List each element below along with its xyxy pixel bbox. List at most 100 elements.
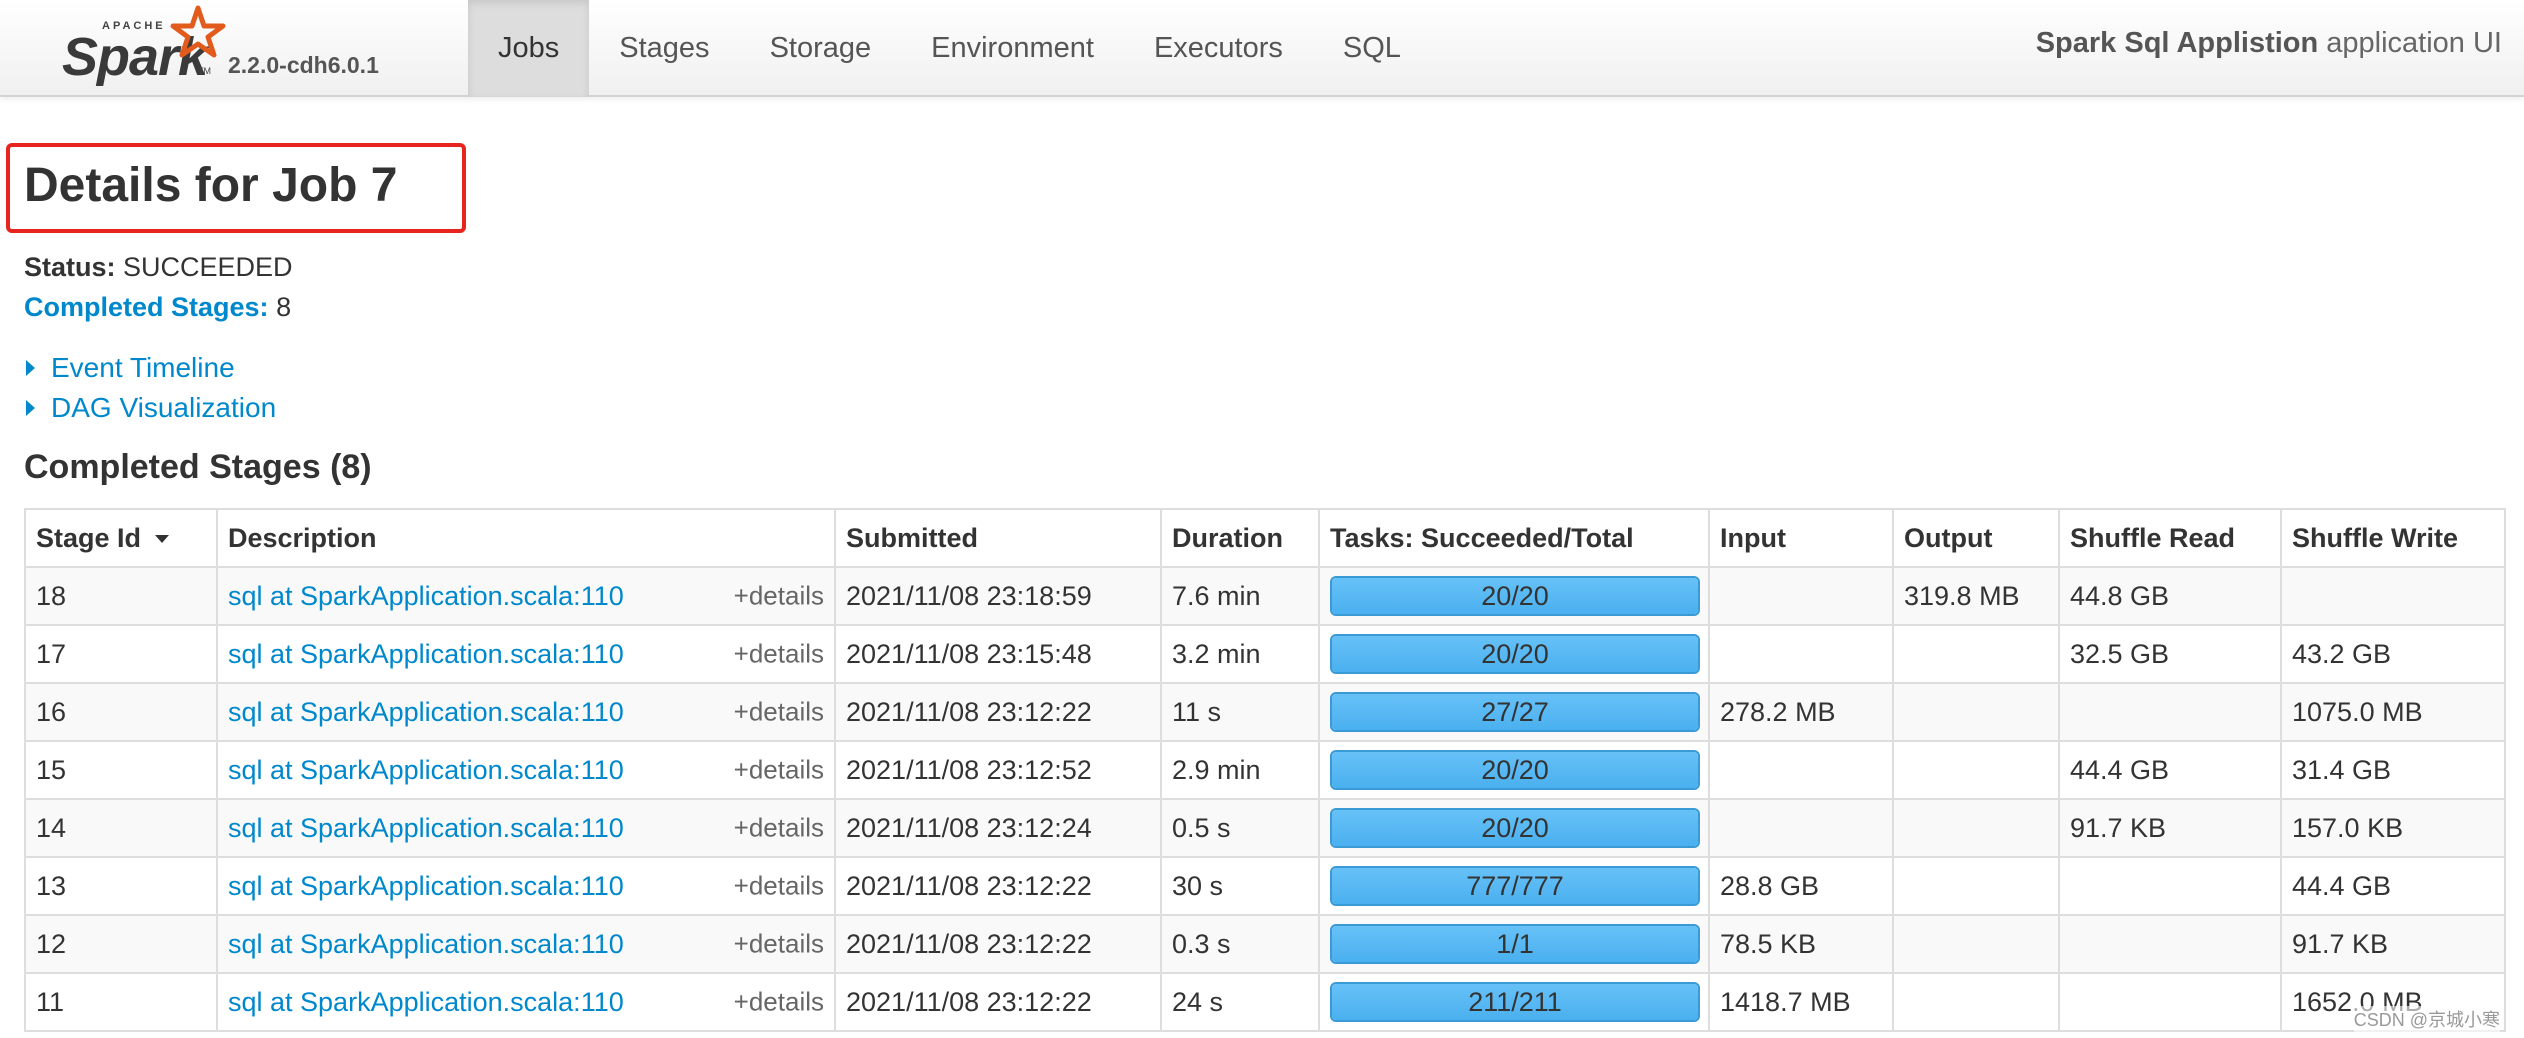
shuffle-read-cell bbox=[2058, 682, 2282, 742]
output-cell bbox=[1892, 682, 2060, 742]
duration-cell: 24 s bbox=[1160, 972, 1320, 1032]
column-header-output[interactable]: Output bbox=[1892, 508, 2060, 568]
submitted-cell: 2021/11/08 23:12:52 bbox=[834, 740, 1162, 800]
progress-label: 20/20 bbox=[1481, 638, 1549, 669]
application-name: Spark Sql Applistion bbox=[2035, 27, 2319, 59]
output-cell bbox=[1892, 624, 2060, 684]
tab-jobs[interactable]: Jobs bbox=[468, 0, 590, 97]
tab-executors[interactable]: Executors bbox=[1124, 0, 1313, 97]
output-cell bbox=[1892, 740, 2060, 800]
spark-logo[interactable]: APACHE Spark TM 2.2.0-cdh6.0.1 bbox=[62, 0, 402, 97]
tasks-progress-bar: 1/1 bbox=[1330, 924, 1700, 964]
event-timeline-toggle[interactable]: Event Timeline bbox=[26, 352, 235, 384]
top-navbar: APACHE Spark TM 2.2.0-cdh6.0.1 Jobs Stag… bbox=[0, 0, 2524, 97]
tasks-cell: 20/20 bbox=[1318, 740, 1710, 800]
details-toggle-link[interactable]: +details bbox=[734, 639, 824, 670]
input-cell bbox=[1708, 740, 1894, 800]
progress-label: 777/777 bbox=[1466, 870, 1564, 901]
shuffle-read-cell: 44.8 GB bbox=[2058, 566, 2282, 626]
status-label: Status: bbox=[24, 252, 116, 282]
duration-cell: 0.3 s bbox=[1160, 914, 1320, 974]
stage-description-link[interactable]: sql at SparkApplication.scala:110 bbox=[228, 929, 624, 959]
tasks-progress-bar: 20/20 bbox=[1330, 576, 1700, 616]
table-row: 18 sql at SparkApplication.scala:110 +deta… bbox=[24, 566, 2506, 626]
event-timeline-label: Event Timeline bbox=[51, 352, 235, 383]
duration-cell: 11 s bbox=[1160, 682, 1320, 742]
details-toggle-link[interactable]: +details bbox=[734, 813, 824, 844]
column-header-shuffle-write[interactable]: Shuffle Write bbox=[2280, 508, 2506, 568]
submitted-cell: 2021/11/08 23:12:24 bbox=[834, 798, 1162, 858]
submitted-cell: 2021/11/08 23:12:22 bbox=[834, 682, 1162, 742]
progress-label: 20/20 bbox=[1481, 754, 1549, 785]
description-cell: sql at SparkApplication.scala:110 +detail… bbox=[216, 798, 836, 858]
submitted-cell: 2021/11/08 23:12:22 bbox=[834, 914, 1162, 974]
table-row: 13 sql at SparkApplication.scala:110 +deta… bbox=[24, 856, 2506, 916]
tasks-cell: 777/777 bbox=[1318, 856, 1710, 916]
completed-stages-link[interactable]: Completed Stages: bbox=[24, 292, 269, 322]
shuffle-write-cell: 157.0 KB bbox=[2280, 798, 2506, 858]
shuffle-read-cell: 91.7 KB bbox=[2058, 798, 2282, 858]
output-cell: 319.8 MB bbox=[1892, 566, 2060, 626]
sort-desc-icon bbox=[155, 535, 170, 544]
details-toggle-link[interactable]: +details bbox=[734, 581, 824, 612]
watermark: CSDN @京城小寒 bbox=[2353, 1006, 2500, 1032]
stage-id-cell: 15 bbox=[24, 740, 218, 800]
stage-description-link[interactable]: sql at SparkApplication.scala:110 bbox=[228, 987, 624, 1017]
input-cell bbox=[1708, 624, 1894, 684]
description-cell: sql at SparkApplication.scala:110 +detail… bbox=[216, 682, 836, 742]
column-header-duration[interactable]: Duration bbox=[1160, 508, 1320, 568]
submitted-cell: 2021/11/08 23:15:48 bbox=[834, 624, 1162, 684]
column-header-shuffle-read[interactable]: Shuffle Read bbox=[2058, 508, 2282, 568]
dag-visualization-label: DAG Visualization bbox=[51, 392, 277, 423]
shuffle-read-cell: 44.4 GB bbox=[2058, 740, 2282, 800]
stage-id-cell: 18 bbox=[24, 566, 218, 626]
shuffle-write-cell: 91.7 KB bbox=[2280, 914, 2506, 974]
details-toggle-link[interactable]: +details bbox=[734, 871, 824, 902]
column-header-input[interactable]: Input bbox=[1708, 508, 1894, 568]
tasks-cell: 1/1 bbox=[1318, 914, 1710, 974]
submitted-cell: 2021/11/08 23:18:59 bbox=[834, 566, 1162, 626]
completed-stages-heading[interactable]: Completed Stages (8) bbox=[24, 448, 372, 487]
details-toggle-link[interactable]: +details bbox=[734, 987, 824, 1018]
stage-description-link[interactable]: sql at SparkApplication.scala:110 bbox=[228, 871, 624, 901]
tab-environment[interactable]: Environment bbox=[901, 0, 1124, 97]
details-toggle-link[interactable]: +details bbox=[734, 929, 824, 960]
stage-description-link[interactable]: sql at SparkApplication.scala:110 bbox=[228, 697, 624, 727]
description-cell: sql at SparkApplication.scala:110 +detail… bbox=[216, 740, 836, 800]
duration-cell: 7.6 min bbox=[1160, 566, 1320, 626]
input-cell bbox=[1708, 566, 1894, 626]
stage-id-cell: 11 bbox=[24, 972, 218, 1032]
stage-id-cell: 16 bbox=[24, 682, 218, 742]
table-row: 11 sql at SparkApplication.scala:110 +deta… bbox=[24, 972, 2506, 1032]
details-toggle-link[interactable]: +details bbox=[734, 697, 824, 728]
stage-description-link[interactable]: sql at SparkApplication.scala:110 bbox=[228, 813, 624, 843]
completed-stages-table: Stage Id Description Submitted Duration … bbox=[24, 508, 2506, 1032]
table-row: 12 sql at SparkApplication.scala:110 +deta… bbox=[24, 914, 2506, 974]
completed-stages-count: 8 bbox=[276, 292, 292, 322]
tasks-cell: 20/20 bbox=[1318, 624, 1710, 684]
column-header-tasks[interactable]: Tasks: Succeeded/Total bbox=[1318, 508, 1710, 568]
column-header-stage-id[interactable]: Stage Id bbox=[24, 508, 218, 568]
details-toggle-link[interactable]: +details bbox=[734, 755, 824, 786]
stage-description-link[interactable]: sql at SparkApplication.scala:110 bbox=[228, 755, 624, 785]
tasks-progress-bar: 211/211 bbox=[1330, 982, 1700, 1022]
tab-storage[interactable]: Storage bbox=[740, 0, 902, 97]
column-header-submitted[interactable]: Submitted bbox=[834, 508, 1162, 568]
star-icon bbox=[170, 5, 226, 58]
application-title: Spark Sql Applistion application UI bbox=[2036, 27, 2502, 60]
shuffle-read-cell bbox=[2058, 856, 2282, 916]
column-header-description[interactable]: Description bbox=[216, 508, 836, 568]
tasks-cell: 27/27 bbox=[1318, 682, 1710, 742]
stage-description-link[interactable]: sql at SparkApplication.scala:110 bbox=[228, 639, 624, 669]
tasks-progress-bar: 777/777 bbox=[1330, 866, 1700, 906]
description-cell: sql at SparkApplication.scala:110 +detail… bbox=[216, 624, 836, 684]
completed-stages-line: Completed Stages: 8 bbox=[24, 292, 291, 323]
tab-stages[interactable]: Stages bbox=[589, 0, 739, 97]
shuffle-write-cell: 43.2 GB bbox=[2280, 624, 2506, 684]
progress-label: 1/1 bbox=[1496, 928, 1534, 959]
tab-sql[interactable]: SQL bbox=[1313, 0, 1431, 97]
progress-label: 211/211 bbox=[1468, 986, 1562, 1017]
description-cell: sql at SparkApplication.scala:110 +detail… bbox=[216, 566, 836, 626]
stage-description-link[interactable]: sql at SparkApplication.scala:110 bbox=[228, 581, 624, 611]
dag-visualization-toggle[interactable]: DAG Visualization bbox=[26, 392, 276, 424]
